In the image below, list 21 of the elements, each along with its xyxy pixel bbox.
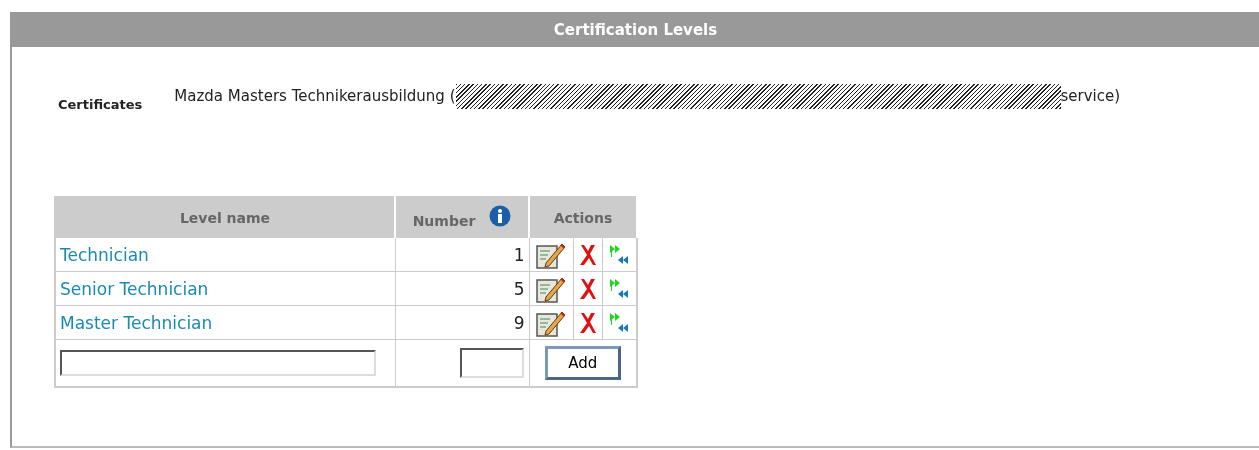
certificate-name-end: service) bbox=[1060, 87, 1121, 105]
column-header: Actions bbox=[529, 197, 637, 238]
number-cell: 5 bbox=[395, 271, 529, 306]
delete-icon[interactable] bbox=[578, 310, 597, 335]
info-icon[interactable] bbox=[489, 204, 512, 227]
number-cell: 1 bbox=[395, 237, 529, 272]
panel-title: Certification Levels bbox=[553, 20, 718, 39]
swap-arrows-icon[interactable] bbox=[608, 243, 631, 266]
swap-arrows-icon[interactable] bbox=[608, 277, 631, 300]
delete-icon[interactable] bbox=[578, 242, 597, 267]
number-input[interactable] bbox=[459, 348, 524, 378]
add-button[interactable]: Add bbox=[544, 346, 621, 380]
level-name-link[interactable]: Technician bbox=[60, 244, 149, 265]
column-header: Level name bbox=[55, 197, 395, 238]
column-header: Number bbox=[412, 212, 476, 229]
delete-icon[interactable] bbox=[578, 276, 597, 301]
certificates-label: Certificates bbox=[58, 97, 143, 112]
swap-arrows-icon[interactable] bbox=[608, 311, 631, 334]
number-cell: 9 bbox=[395, 305, 529, 340]
level-name-input[interactable] bbox=[60, 350, 376, 376]
certificate-name: Mazda Masters Technikerausbildung ( bbox=[174, 87, 456, 105]
